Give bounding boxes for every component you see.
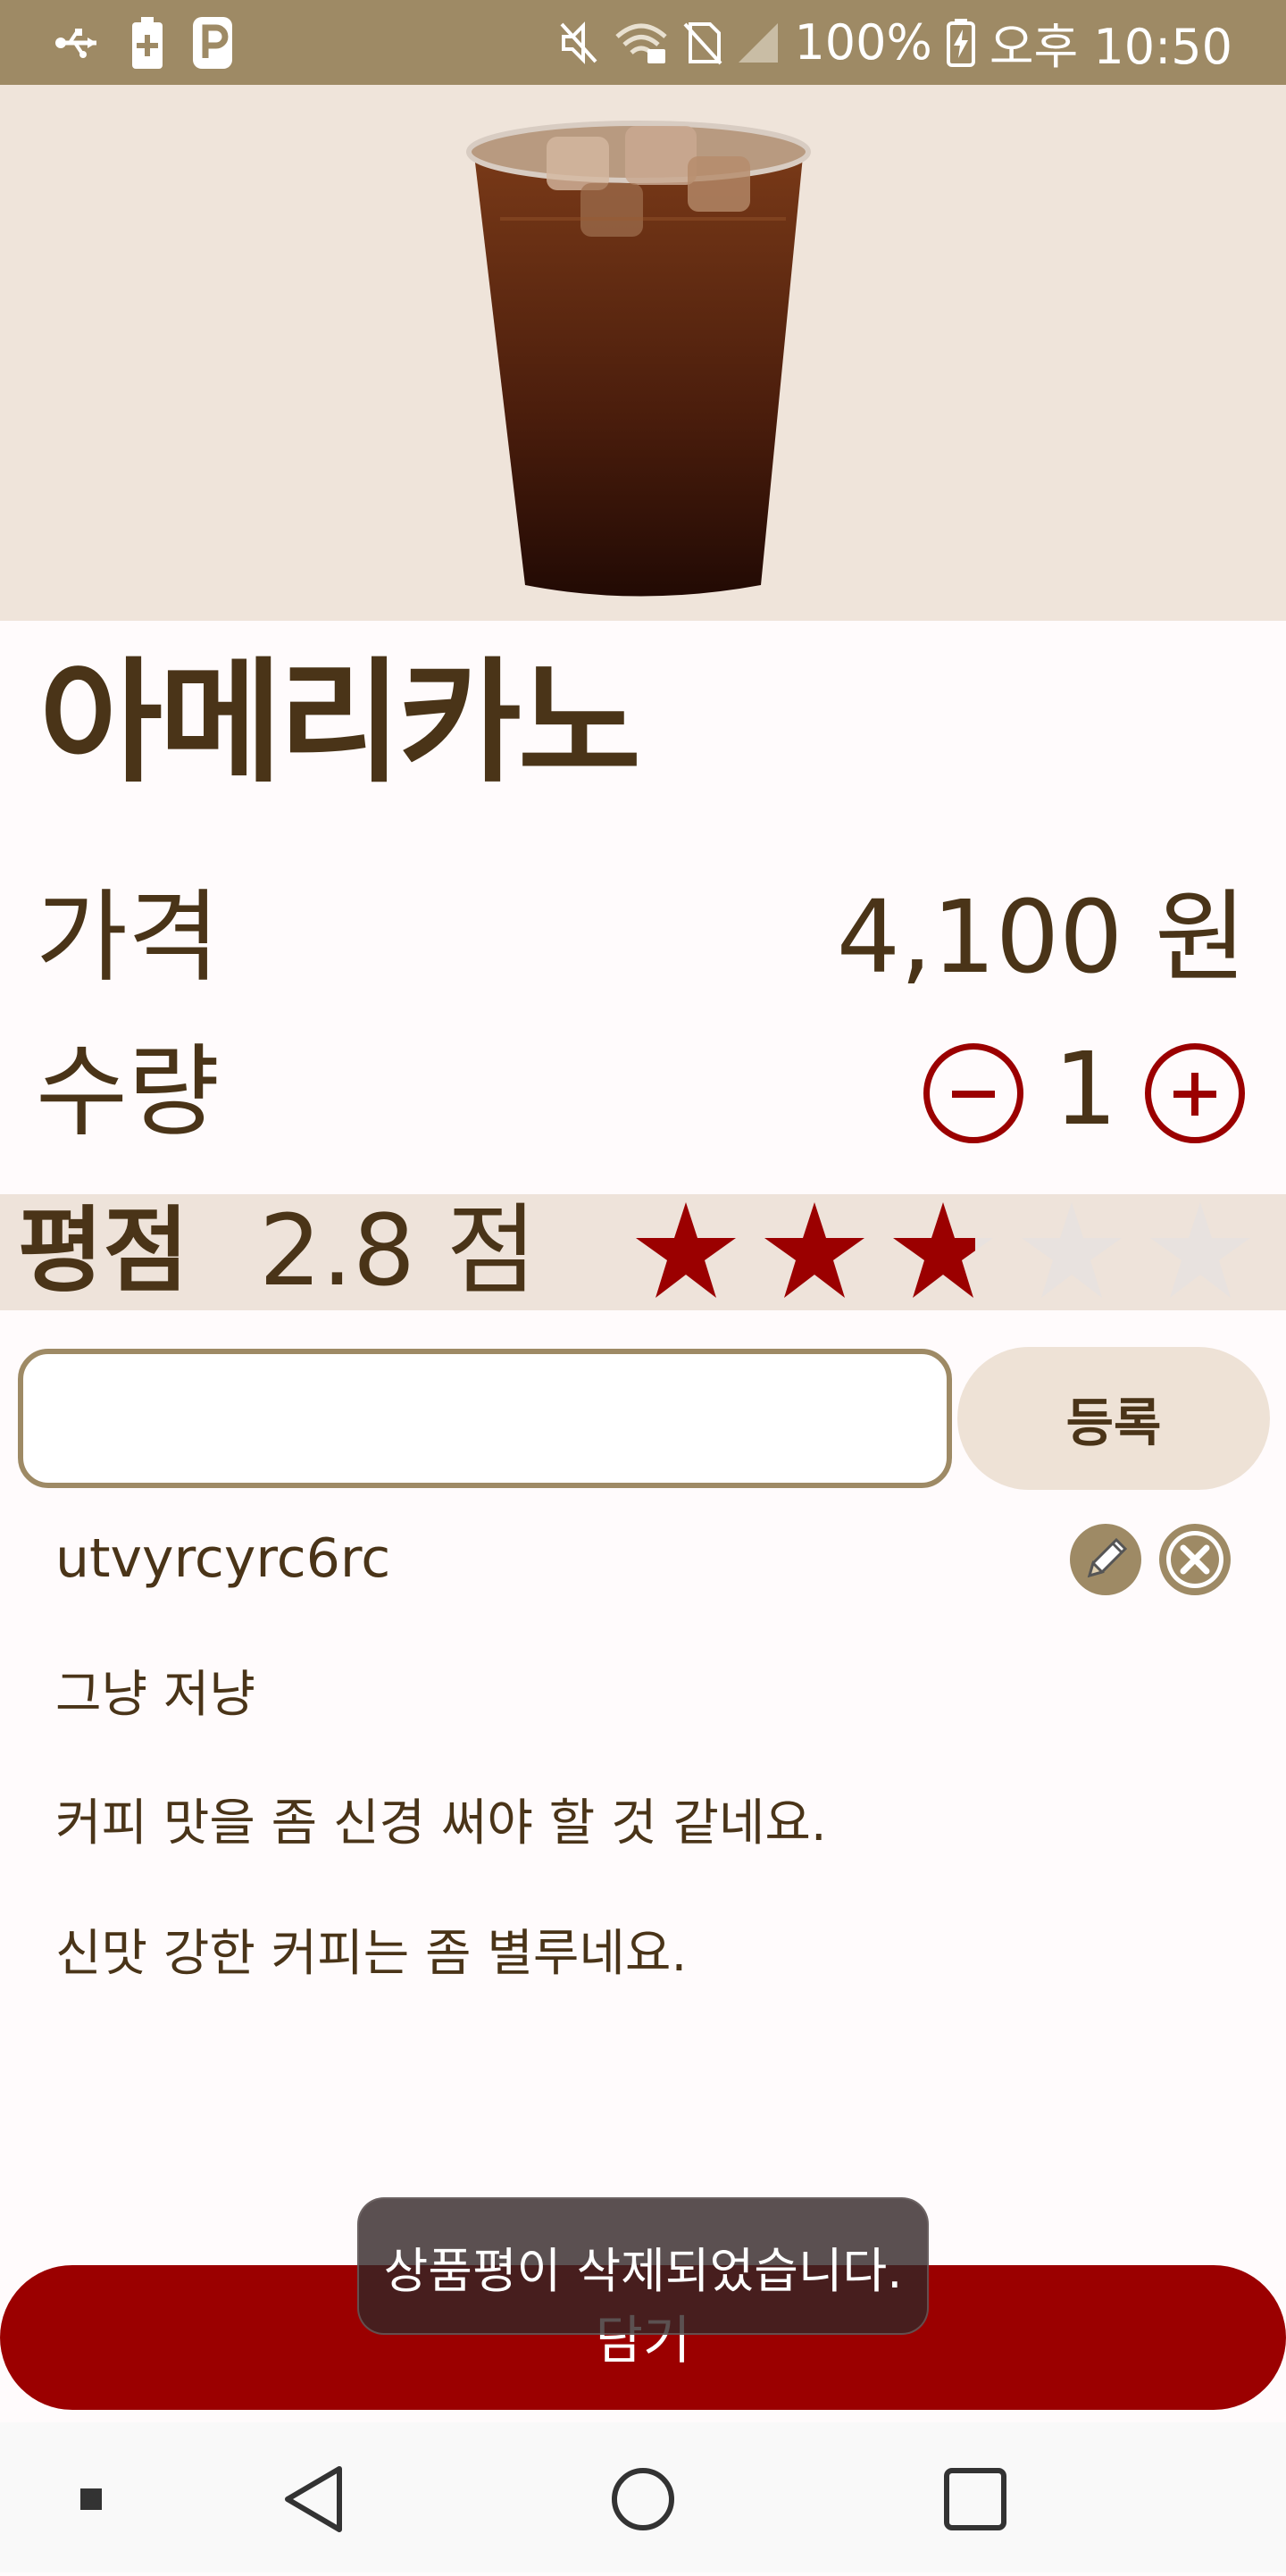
wifi-icon — [615, 23, 668, 63]
home-icon — [612, 2468, 674, 2530]
register-button[interactable]: 등록 — [957, 1347, 1270, 1490]
battery-plus-icon — [132, 17, 163, 69]
edit-review-button[interactable] — [1070, 1524, 1141, 1595]
price-value: 4,100 원 — [836, 880, 1247, 996]
close-icon — [1166, 1531, 1223, 1588]
delete-review-button[interactable] — [1159, 1524, 1231, 1595]
iced-americano-image — [466, 121, 811, 597]
status-time: 오후 10:50 — [989, 19, 1232, 75]
nav-icons — [80, 2466, 1006, 2532]
product-image — [0, 85, 1286, 621]
quantity-plus-button[interactable] — [1145, 1043, 1245, 1143]
recents-icon — [944, 2468, 1006, 2530]
no-sim-icon — [683, 21, 722, 64]
back-icon — [285, 2466, 342, 2532]
star-icon[interactable] — [632, 1199, 739, 1306]
product-name: 아메리카노 — [39, 646, 641, 801]
battery-charging-icon — [946, 18, 975, 67]
battery-percent: 100% — [794, 14, 932, 71]
star-icon[interactable] — [761, 1199, 868, 1306]
review-line: 커피 맛을 좀 신경 써야 할 것 같네요. — [55, 1794, 827, 1853]
status-bar: 100% 오후 10:50 — [0, 0, 1286, 85]
navigation-bar — [0, 2422, 1286, 2572]
review-line: 신맛 강한 커피는 좀 별루네요. — [55, 1925, 688, 1983]
status-right: 100% 오후 10:50 — [558, 9, 1232, 76]
price-label: 가격 — [36, 880, 221, 996]
pencil-icon — [1087, 1537, 1128, 1578]
signal-icon — [739, 22, 779, 63]
review-line: 그냥 저냥 — [55, 1666, 255, 1724]
status-left-icons — [54, 16, 232, 70]
review-username: utvyrcyrc6rc — [55, 1527, 391, 1590]
nav-recent-dot-icon — [80, 2488, 102, 2510]
review-input[interactable] — [18, 1349, 952, 1488]
star-icon[interactable] — [1147, 1199, 1254, 1306]
quantity-label: 수량 — [36, 1034, 221, 1150]
toast-message: 상품평이 삭제되었습니다. — [357, 2197, 929, 2335]
rating-value: 2.8 점 — [259, 1193, 538, 1308]
quantity-minus-button[interactable] — [923, 1043, 1023, 1143]
usb-icon — [55, 29, 96, 58]
star-icon[interactable] — [889, 1199, 997, 1306]
rating-stars[interactable] — [632, 1199, 1254, 1306]
rating-label: 평점 — [18, 1196, 189, 1305]
star-icon[interactable] — [1018, 1199, 1125, 1306]
quantity-value: 1 — [1054, 1032, 1118, 1148]
mute-icon — [560, 21, 597, 64]
parking-icon — [193, 17, 232, 69]
